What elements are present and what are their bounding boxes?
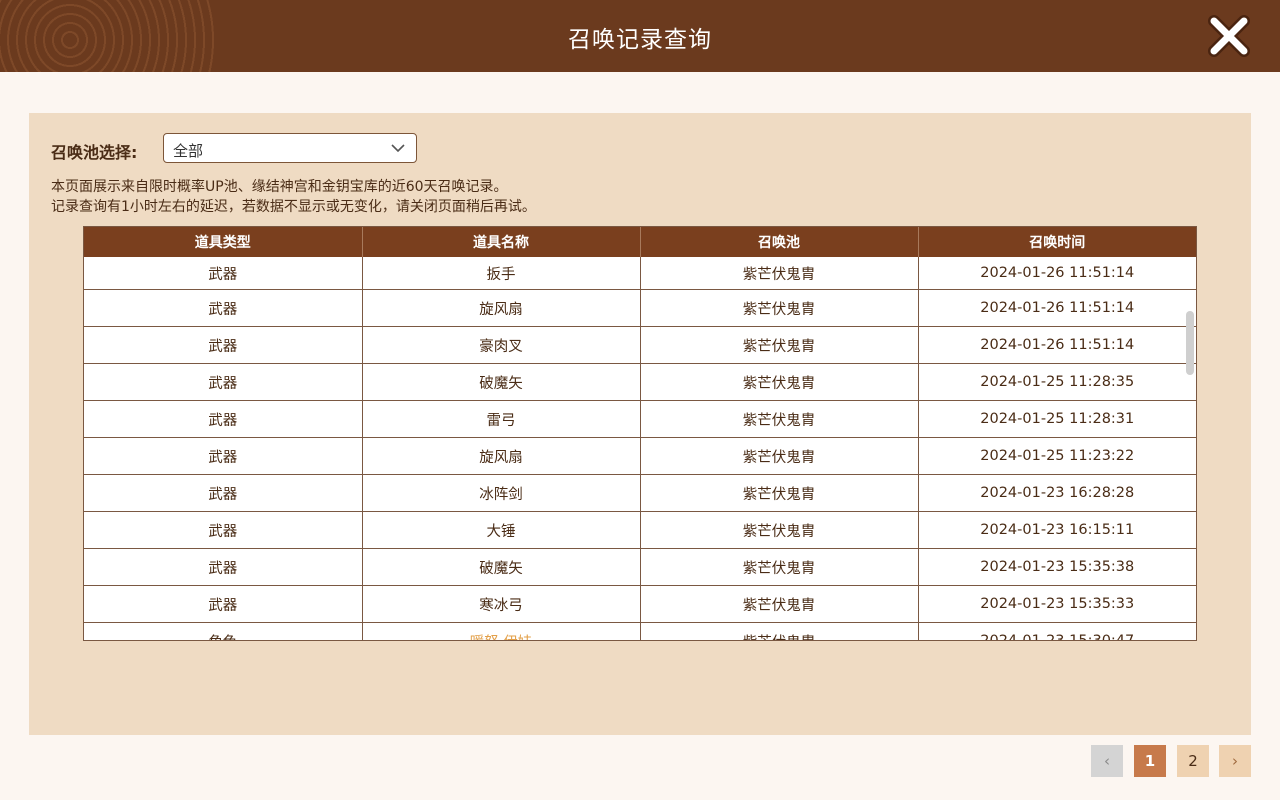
table-row: 角色 暖怒·伊娃 紫芒伏鬼胄 2024-01-23 15:30:47 [84, 622, 1196, 640]
table-row: 武器 雷弓 紫芒伏鬼胄 2024-01-25 11:28:31 [84, 400, 1196, 438]
cell-item-name-highlight: 暖怒·伊娃 [362, 622, 641, 640]
prev-page-button[interactable]: ‹ [1091, 745, 1123, 777]
cell-item-type: 角色 [84, 622, 363, 640]
cell-item-name: 寒冰弓 [362, 585, 641, 623]
cell-item-name: 旋风扇 [362, 289, 641, 327]
table-row: 武器 大锤 紫芒伏鬼胄 2024-01-23 16:15:11 [84, 511, 1196, 549]
cell-pool: 紫芒伏鬼胄 [640, 548, 919, 586]
cell-item-type: 武器 [84, 326, 363, 364]
pool-select-value: 全部 [173, 142, 204, 160]
cell-item-type: 武器 [84, 511, 363, 549]
records-panel: 召唤池选择: 全部 本页面展示来自限时概率UP池、缘结神宫和金钥宝库的近60天召… [29, 113, 1251, 735]
cell-time: 2024-01-23 16:28:28 [918, 474, 1196, 512]
cell-item-type: 武器 [84, 257, 363, 290]
cell-item-name: 扳手 [362, 257, 641, 290]
cell-pool: 紫芒伏鬼胄 [640, 474, 919, 512]
cell-time: 2024-01-23 15:35:38 [918, 548, 1196, 586]
table-row: 武器 旋风扇 紫芒伏鬼胄 2024-01-26 11:51:14 [84, 289, 1196, 327]
cell-item-type: 武器 [84, 585, 363, 623]
cell-item-type: 武器 [84, 474, 363, 512]
column-header: 道具名称 [362, 227, 641, 257]
close-icon [1208, 15, 1250, 57]
cell-pool: 紫芒伏鬼胄 [640, 437, 919, 475]
cell-item-name: 冰阵剑 [362, 474, 641, 512]
header-bar: 召唤记录查询 [0, 0, 1280, 72]
cell-time: 2024-01-23 15:35:33 [918, 585, 1196, 623]
page-title: 召唤记录查询 [568, 27, 712, 53]
cell-time: 2024-01-25 11:28:31 [918, 400, 1196, 438]
cell-time: 2024-01-23 15:30:47 [918, 622, 1196, 640]
page-2-button[interactable]: 2 [1177, 745, 1209, 777]
table-row: 武器 冰阵剑 紫芒伏鬼胄 2024-01-23 16:28:28 [84, 474, 1196, 512]
close-button[interactable] [1206, 14, 1252, 58]
notice-line-1: 本页面展示来自限时概率UP池、缘结神宫和金钥宝库的近60天召唤记录。 [51, 179, 508, 195]
cell-item-name: 豪肉叉 [362, 326, 641, 364]
table-row: 武器 破魔矢 紫芒伏鬼胄 2024-01-25 11:28:35 [84, 363, 1196, 401]
cell-item-type: 武器 [84, 363, 363, 401]
next-page-button[interactable]: › [1219, 745, 1251, 777]
records-table-container[interactable]: 道具类型 道具名称 召唤池 召唤时间 武器 扳手 紫芒伏鬼胄 2024-01-2… [83, 226, 1197, 641]
cell-time: 2024-01-25 11:28:35 [918, 363, 1196, 401]
cell-pool: 紫芒伏鬼胄 [640, 622, 919, 640]
cell-time: 2024-01-26 11:51:14 [918, 326, 1196, 364]
column-header: 召唤时间 [918, 227, 1196, 257]
cell-pool: 紫芒伏鬼胄 [640, 257, 919, 290]
cell-pool: 紫芒伏鬼胄 [640, 363, 919, 401]
table-row: 武器 寒冰弓 紫芒伏鬼胄 2024-01-23 15:35:33 [84, 585, 1196, 623]
cell-pool: 紫芒伏鬼胄 [640, 400, 919, 438]
page-1-button[interactable]: 1 [1134, 745, 1166, 777]
pool-select-label: 召唤池选择: [51, 143, 138, 162]
column-header: 召唤池 [640, 227, 919, 257]
cell-item-type: 武器 [84, 437, 363, 475]
pool-select-dropdown[interactable]: 全部 [163, 133, 417, 163]
notice-line-2: 记录查询有1小时左右的延迟，若数据不显示或无变化，请关闭页面稍后再试。 [51, 199, 536, 215]
table-scrollbar[interactable] [1186, 311, 1194, 375]
cell-item-type: 武器 [84, 548, 363, 586]
table-row: 武器 扳手 紫芒伏鬼胄 2024-01-26 11:51:14 [84, 257, 1196, 290]
table-row: 武器 破魔矢 紫芒伏鬼胄 2024-01-23 15:35:38 [84, 548, 1196, 586]
cell-item-name: 破魔矢 [362, 548, 641, 586]
cell-item-type: 武器 [84, 400, 363, 438]
table-header-row: 道具类型 道具名称 召唤池 召唤时间 [84, 227, 1196, 257]
cell-item-name: 大锤 [362, 511, 641, 549]
cell-pool: 紫芒伏鬼胄 [640, 326, 919, 364]
cell-item-type: 武器 [84, 289, 363, 327]
cell-pool: 紫芒伏鬼胄 [640, 511, 919, 549]
chevron-down-icon [391, 144, 405, 153]
cell-time: 2024-01-23 16:15:11 [918, 511, 1196, 549]
cell-pool: 紫芒伏鬼胄 [640, 585, 919, 623]
notice-text: 本页面展示来自限时概率UP池、缘结神宫和金钥宝库的近60天召唤记录。 记录查询有… [51, 177, 536, 217]
cell-item-name: 旋风扇 [362, 437, 641, 475]
cell-item-name: 破魔矢 [362, 363, 641, 401]
cell-time: 2024-01-26 11:51:14 [918, 289, 1196, 327]
cell-pool: 紫芒伏鬼胄 [640, 289, 919, 327]
records-table: 道具类型 道具名称 召唤池 召唤时间 武器 扳手 紫芒伏鬼胄 2024-01-2… [84, 227, 1196, 640]
table-row: 武器 豪肉叉 紫芒伏鬼胄 2024-01-26 11:51:14 [84, 326, 1196, 364]
table-row: 武器 旋风扇 紫芒伏鬼胄 2024-01-25 11:23:22 [84, 437, 1196, 475]
cell-time: 2024-01-26 11:51:14 [918, 257, 1196, 290]
cell-item-name: 雷弓 [362, 400, 641, 438]
cell-time: 2024-01-25 11:23:22 [918, 437, 1196, 475]
column-header: 道具类型 [84, 227, 363, 257]
